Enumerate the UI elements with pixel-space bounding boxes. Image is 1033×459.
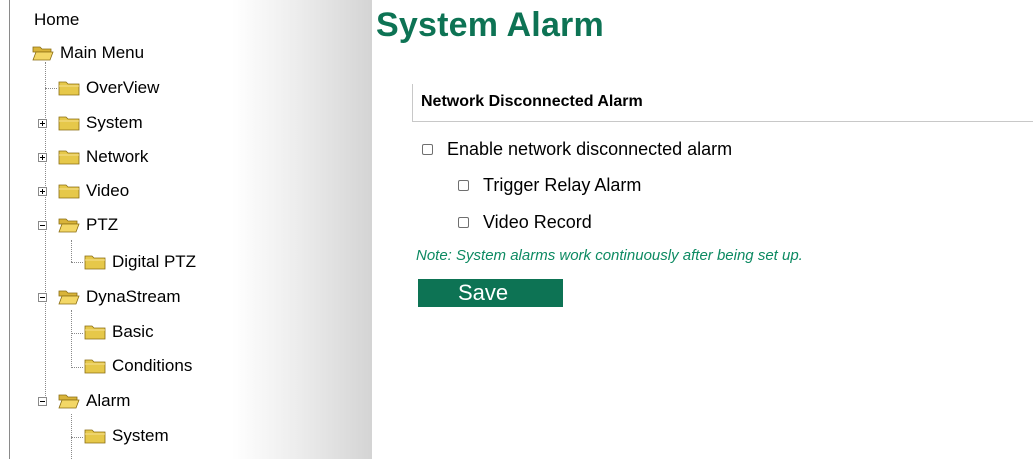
tree-item-main-menu[interactable]: Main Menu xyxy=(32,41,144,65)
section-header: Network Disconnected Alarm xyxy=(421,93,643,110)
folder-open-icon xyxy=(58,218,80,233)
tree-item-label: DynaStream xyxy=(86,287,181,306)
video-record-label: Video Record xyxy=(483,212,592,232)
folder-icon xyxy=(58,81,80,96)
folder-icon xyxy=(58,116,80,131)
folder-open-icon xyxy=(58,290,80,305)
tree-item-basic[interactable]: Basic xyxy=(84,320,154,344)
tree-item-alarm-system[interactable]: System xyxy=(84,424,169,448)
collapse-minus-icon[interactable] xyxy=(38,293,47,302)
folder-icon xyxy=(58,150,80,165)
tree-item-label: Video xyxy=(86,181,130,200)
tree-item-label: Conditions xyxy=(112,356,193,375)
folder-icon xyxy=(84,429,106,444)
tree-home-link[interactable]: Home xyxy=(34,8,79,32)
sidebar-tree: Home Main Menu OverView System Network V… xyxy=(0,0,372,459)
tree-item-alarm[interactable]: Alarm xyxy=(58,389,130,413)
video-record-checkbox[interactable] xyxy=(458,217,469,228)
trigger-relay-checkbox[interactable] xyxy=(458,180,469,191)
setup-note: Note: System alarms work continuously af… xyxy=(416,247,803,264)
tree-connector xyxy=(71,437,83,439)
enable-alarm-label: Enable network disconnected alarm xyxy=(447,139,733,159)
tree-item-dynastream[interactable]: DynaStream xyxy=(58,285,180,309)
expand-plus-icon[interactable] xyxy=(38,119,47,128)
enable-alarm-checkbox[interactable] xyxy=(422,144,433,155)
video-record-option[interactable]: Video Record xyxy=(458,212,592,233)
save-button[interactable]: Save xyxy=(418,279,563,307)
folder-icon xyxy=(84,359,106,374)
collapse-minus-icon[interactable] xyxy=(38,397,47,406)
trigger-relay-label: Trigger Relay Alarm xyxy=(483,175,642,195)
tree-item-ptz[interactable]: PTZ xyxy=(58,213,118,237)
tree-item-label: Digital PTZ xyxy=(112,252,197,271)
tree-connector xyxy=(71,262,83,264)
main-content: System Alarm Network Disconnected Alarm … xyxy=(372,0,1033,459)
folder-open-icon xyxy=(32,46,54,61)
tree-item-digital-ptz[interactable]: Digital PTZ xyxy=(84,250,196,274)
tree-connector xyxy=(71,333,83,335)
folder-open-icon xyxy=(58,394,80,409)
tree-item-system[interactable]: System xyxy=(58,111,143,135)
enable-alarm-option[interactable]: Enable network disconnected alarm xyxy=(422,139,732,160)
tree-connector xyxy=(71,310,73,368)
tree-connector xyxy=(45,62,47,404)
tree-item-label: System xyxy=(112,426,169,445)
tree-connector xyxy=(45,88,57,90)
tree-item-conditions[interactable]: Conditions xyxy=(84,354,192,378)
expand-plus-icon[interactable] xyxy=(38,153,47,162)
tree-item-network[interactable]: Network xyxy=(58,145,148,169)
tree-frame-line xyxy=(9,0,10,459)
expand-plus-icon[interactable] xyxy=(38,187,47,196)
tree-item-label: Main Menu xyxy=(60,43,145,62)
tree-connector xyxy=(71,240,73,262)
tree-item-label: Alarm xyxy=(86,391,131,410)
tree-connector xyxy=(71,367,83,369)
tree-item-label: System xyxy=(86,113,143,132)
folder-icon xyxy=(84,325,106,340)
folder-icon xyxy=(84,255,106,270)
page-title: System Alarm xyxy=(376,6,604,44)
folder-icon xyxy=(58,184,80,199)
tree-item-label: OverView xyxy=(86,78,160,97)
tree-item-label: PTZ xyxy=(86,215,119,234)
tree-home-label: Home xyxy=(34,10,80,29)
trigger-relay-option[interactable]: Trigger Relay Alarm xyxy=(458,175,641,196)
tree-item-video[interactable]: Video xyxy=(58,179,129,203)
section-header-box: Network Disconnected Alarm xyxy=(412,84,1033,122)
tree-item-overview[interactable]: OverView xyxy=(58,76,159,100)
collapse-minus-icon[interactable] xyxy=(38,221,47,230)
tree-item-label: Basic xyxy=(112,322,154,341)
tree-item-label: Network xyxy=(86,147,149,166)
